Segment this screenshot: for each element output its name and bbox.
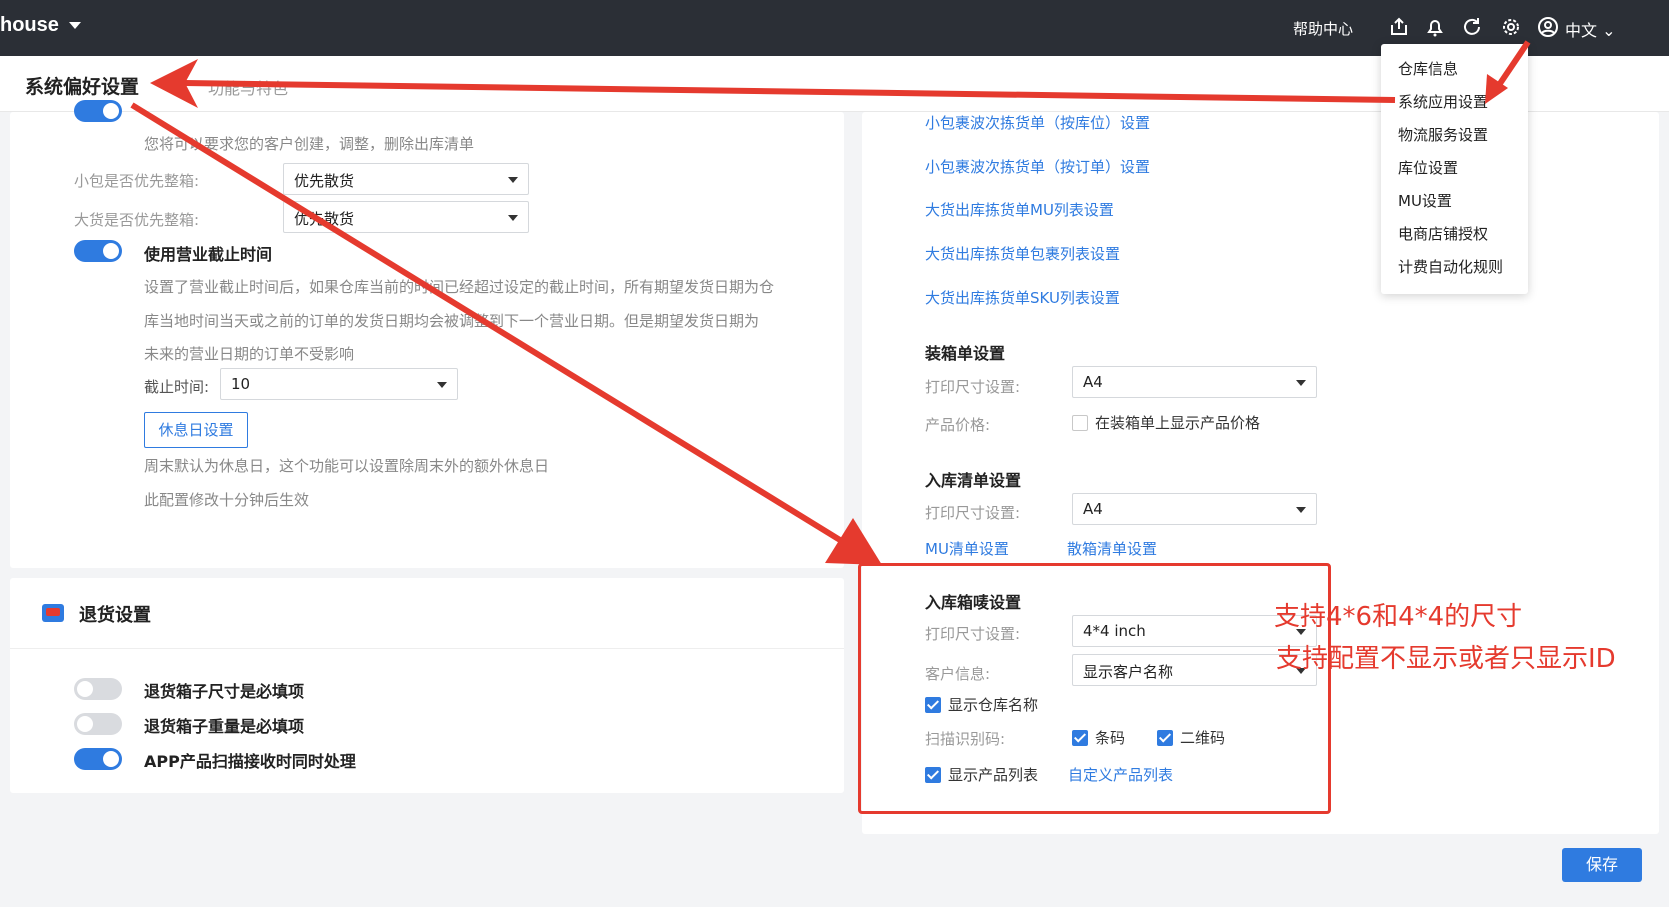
return-weight-label: 退货箱子重量是必填项 <box>144 717 305 736</box>
inbound-size-label: 打印尺寸设置: <box>925 504 1021 522</box>
holiday-settings-button[interactable]: 休息日设置 <box>144 412 248 448</box>
packing-size-value: A4 <box>1083 373 1103 391</box>
toggle-customer-outbound[interactable] <box>74 100 122 122</box>
bulk-value: 优先散货 <box>294 210 355 228</box>
bulk-select[interactable]: 优先散货 <box>283 201 529 233</box>
brand-name: house <box>0 14 59 36</box>
language-label: 中文 <box>1565 21 1598 40</box>
small-parcel-label: 小包是否优先整箱: <box>74 172 200 190</box>
toggle-return-weight-required[interactable] <box>74 713 122 735</box>
cutoff-toggle-label: 使用营业截止时间 <box>144 245 273 264</box>
caret-down-icon <box>68 22 81 30</box>
refresh-icon[interactable] <box>1461 16 1483 38</box>
annotation-highlight-box <box>858 563 1331 814</box>
bulk-label: 大货是否优先整箱: <box>74 211 200 229</box>
caret-down-icon <box>1296 380 1306 386</box>
price-label: 产品价格: <box>925 416 991 434</box>
user-icon[interactable] <box>1537 16 1559 38</box>
link-bulk-sku-list[interactable]: 大货出库拣货单SKU列表设置 <box>925 287 1120 308</box>
inbound-title: 入库清单设置 <box>925 471 1022 490</box>
settings-dropdown-menu: 仓库信息 系统应用设置 物流服务设置 库位设置 MU设置 电商店铺授权 计费自动… <box>1381 44 1528 294</box>
gear-icon[interactable] <box>1500 16 1522 38</box>
cutoff-desc-3: 未来的营业日期的订单不受影响 <box>144 345 355 363</box>
link-small-parcel-wave-location[interactable]: 小包裹波次拣货单（按库位）设置 <box>925 112 1150 133</box>
menu-item-billing-automation[interactable]: 计费自动化规则 <box>1398 256 1503 277</box>
link-bulk-parcel-list[interactable]: 大货出库拣货单包裹列表设置 <box>925 243 1120 264</box>
effect-note: 此配置修改十分钟后生效 <box>144 491 310 509</box>
cutoff-desc-1: 设置了营业截止时间后，如果仓库当前的时间已经超过设定的截止时间，所有期望发货日期… <box>144 278 775 296</box>
cutoff-time-label: 截止时间: <box>144 378 210 396</box>
toggle-app-scan-process[interactable] <box>74 748 122 770</box>
small-parcel-select[interactable]: 优先散货 <box>283 163 529 195</box>
returns-settings-card: 退货设置 退货箱子尺寸是必填项 退货箱子重量是必填项 APP产品扫描接收时同时处… <box>10 578 844 793</box>
returns-icon <box>42 604 64 622</box>
link-small-parcel-wave-order[interactable]: 小包裹波次拣货单（按订单）设置 <box>925 156 1150 177</box>
menu-item-logistics-settings[interactable]: 物流服务设置 <box>1398 124 1488 145</box>
divider <box>10 648 844 649</box>
packing-size-label: 打印尺寸设置: <box>925 378 1021 396</box>
holiday-desc: 周末默认为休息日，这个功能可以设置除周末外的额外休息日 <box>144 457 550 475</box>
page-title: 系统偏好设置 <box>25 76 140 98</box>
toggle-return-size-required[interactable] <box>74 678 122 700</box>
show-price-label: 在装箱单上显示产品价格 <box>1095 414 1261 432</box>
return-size-label: 退货箱子尺寸是必填项 <box>144 682 305 701</box>
help-center-link[interactable]: 帮助中心 <box>1293 18 1353 39</box>
inbound-size-select[interactable]: A4 <box>1072 493 1317 525</box>
toggle-cutoff-time[interactable] <box>74 240 122 262</box>
small-parcel-value: 优先散货 <box>294 172 355 190</box>
tab-features[interactable]: 功能与特色 <box>208 75 288 99</box>
bell-icon[interactable] <box>1424 16 1446 38</box>
menu-item-store-authorization[interactable]: 电商店铺授权 <box>1398 223 1488 244</box>
cutoff-time-select[interactable]: 10 <box>220 368 458 400</box>
caret-down-icon <box>508 177 518 183</box>
chevron-down-icon: ⌄ <box>1602 21 1616 40</box>
menu-item-location-settings[interactable]: 库位设置 <box>1398 157 1458 178</box>
inbound-size-value: A4 <box>1083 500 1103 518</box>
save-button[interactable]: 保存 <box>1562 848 1642 882</box>
link-bulk-box-list[interactable]: 散箱清单设置 <box>1067 538 1157 559</box>
returns-title: 退货设置 <box>79 605 151 626</box>
cutoff-time-value: 10 <box>231 375 251 393</box>
outbound-settings-card: 您将可以要求您的客户创建，调整，删除出库清单 小包是否优先整箱: 优先散货 大货… <box>10 100 844 568</box>
annotation-id-note: 支持配置不显示或者只显示ID <box>1276 644 1616 674</box>
caret-down-icon <box>508 215 518 221</box>
export-icon[interactable] <box>1388 16 1410 38</box>
warehouse-switcher[interactable]: house <box>0 14 81 37</box>
link-mu-list[interactable]: MU清单设置 <box>925 538 1009 559</box>
customer-outbound-desc: 您将可以要求您的客户创建，调整，删除出库清单 <box>144 135 475 153</box>
annotation-size-note: 支持4*6和4*4的尺寸 <box>1274 602 1523 632</box>
menu-item-mu-settings[interactable]: MU设置 <box>1398 190 1452 211</box>
caret-down-icon <box>1296 507 1306 513</box>
packing-title: 装箱单设置 <box>925 344 1006 363</box>
language-switcher[interactable]: 中文 ⌄ <box>1565 17 1616 41</box>
caret-down-icon <box>437 382 447 388</box>
show-price-checkbox[interactable] <box>1072 415 1088 431</box>
menu-item-system-app-settings[interactable]: 系统应用设置 <box>1398 91 1488 112</box>
app-scan-label: APP产品扫描接收时同时处理 <box>144 752 356 771</box>
link-bulk-mu-list[interactable]: 大货出库拣货单MU列表设置 <box>925 199 1114 220</box>
menu-item-warehouse-info[interactable]: 仓库信息 <box>1398 58 1458 79</box>
cutoff-desc-2: 库当地时间当天或之前的订单的发货日期均会被调整到下一个营业日期。但是期望发货日期… <box>144 312 760 330</box>
packing-size-select[interactable]: A4 <box>1072 366 1317 398</box>
